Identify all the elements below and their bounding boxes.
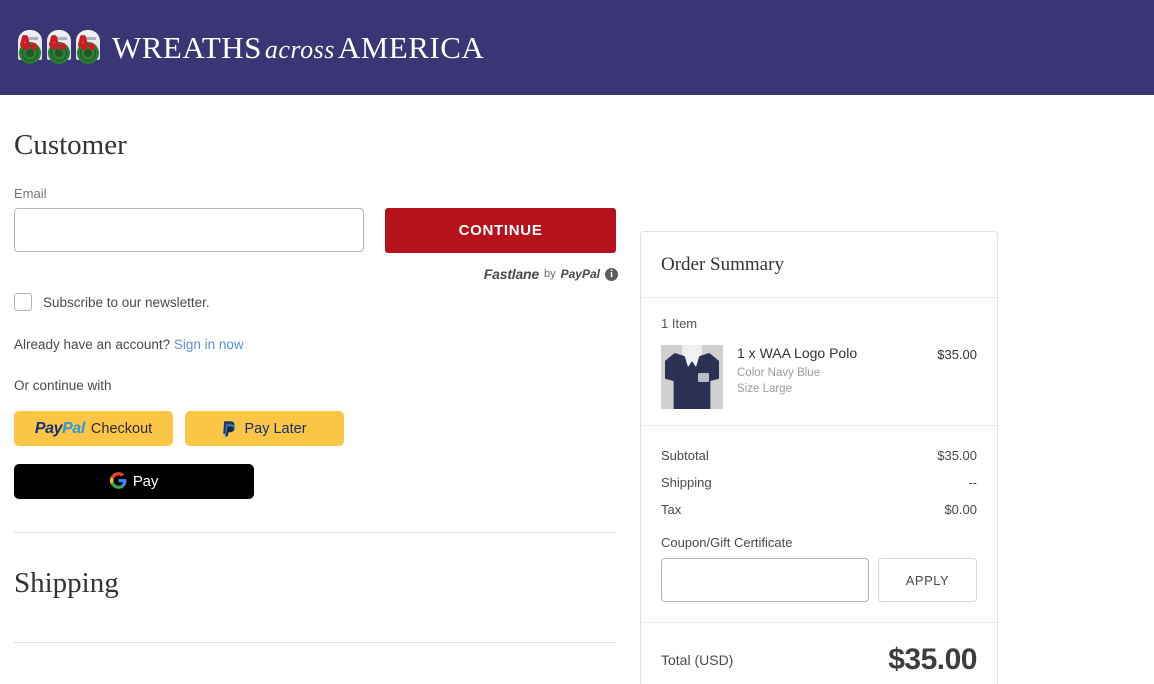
or-continue-with-label: Or continue with [14,378,112,393]
fastlane-name: Fastlane [483,266,539,282]
total-line-shipping: Shipping -- [661,469,977,496]
brand-word-across: across [264,34,335,64]
product-thumbnail [661,345,723,409]
order-summary-card: Order Summary 1 Item 1 x WAA Logo Polo C… [640,231,998,684]
paypal-checkout-button[interactable]: PayPal Checkout [14,411,173,446]
order-totals: Subtotal $35.00 Shipping -- Tax $0.00 Co… [641,426,997,623]
brand-word-wreaths: WREATHS [112,29,262,65]
site-logo[interactable]: WREATHS acrossAMERICA [16,29,484,66]
paypal-checkout-label: Checkout [90,420,153,437]
grand-total-row: Total (USD) $35.00 [641,623,997,684]
order-summary-column: Order Summary 1 Item 1 x WAA Logo Polo C… [640,95,1020,684]
item-count-label: 1 Item [661,316,698,331]
subtotal-label: Subtotal [661,448,709,463]
fastlane-badge: Fastlane by PayPal i [14,266,618,282]
shipping-label: Shipping [661,475,712,490]
site-header: WREATHS acrossAMERICA [0,0,1154,95]
order-items-list: 1 Item 1 x WAA Logo Polo Color Navy Blue… [641,298,997,426]
customer-section: Customer Email CONTINUE Fastlane by PayP… [14,95,618,533]
coupon-input[interactable] [661,558,869,602]
google-g-icon [109,471,127,492]
google-pay-button[interactable]: Pay [14,464,254,499]
wallet-buttons-row: PayPal Checkout Pay Later [14,411,616,446]
brand-word-america: AMERICA [337,29,485,65]
paypal-logo-icon: PayPal [34,419,86,437]
order-item-row: 1 x WAA Logo Polo Color Navy Blue Size L… [661,345,977,409]
fastlane-provider: PayPal [560,267,600,281]
subtotal-value: $35.00 [937,448,977,463]
email-row: CONTINUE [14,208,616,253]
wreath-headstones-icon [16,29,102,66]
checkout-main-column: Customer Email CONTINUE Fastlane by PayP… [0,95,640,643]
shipping-section: Shipping [14,533,616,643]
product-option-color: Color Navy Blue [737,366,821,379]
product-option-size: Size Large [737,382,792,395]
tax-label: Tax [661,502,682,517]
paypal-monogram-icon [222,420,237,438]
customer-heading: Customer [14,129,127,161]
paypal-pay-later-button[interactable]: Pay Later [185,411,344,446]
newsletter-checkbox[interactable] [14,293,32,311]
product-name: 1 x WAA Logo Polo [737,345,858,361]
sign-in-link[interactable]: Sign in now [174,337,244,352]
grand-total-label: Total (USD) [661,652,734,668]
apply-coupon-button[interactable]: APPLY [878,558,977,602]
newsletter-label: Subscribe to our newsletter. [43,294,210,310]
tax-value: $0.00 [944,502,977,517]
product-price: $35.00 [937,347,977,362]
order-summary-header: Order Summary [641,232,997,298]
pay-later-label: Pay Later [244,420,307,437]
brand-wordmark: WREATHS acrossAMERICA [112,30,484,66]
continue-button[interactable]: CONTINUE [385,208,616,253]
email-input[interactable] [14,208,365,252]
google-pay-label: Pay [132,473,159,490]
account-prompt-text: Already have an account? [14,337,171,352]
shipping-heading: Shipping [14,567,119,599]
checkout-page: Customer Email CONTINUE Fastlane by PayP… [0,95,1154,684]
info-icon[interactable]: i [605,267,618,281]
newsletter-row[interactable]: Subscribe to our newsletter. [14,293,616,311]
email-label: Email [14,186,47,201]
total-line-subtotal: Subtotal $35.00 [661,442,977,469]
grand-total-value: $35.00 [888,643,977,676]
shipping-divider [14,642,616,643]
existing-account-row: Already have an account? Sign in now [14,337,616,352]
coupon-label: Coupon/Gift Certificate [661,535,793,550]
coupon-row: APPLY [661,558,977,602]
fastlane-by: by [544,268,556,280]
shipping-value: -- [968,475,977,490]
order-summary-title: Order Summary [661,254,784,275]
total-line-tax: Tax $0.00 [661,496,977,523]
